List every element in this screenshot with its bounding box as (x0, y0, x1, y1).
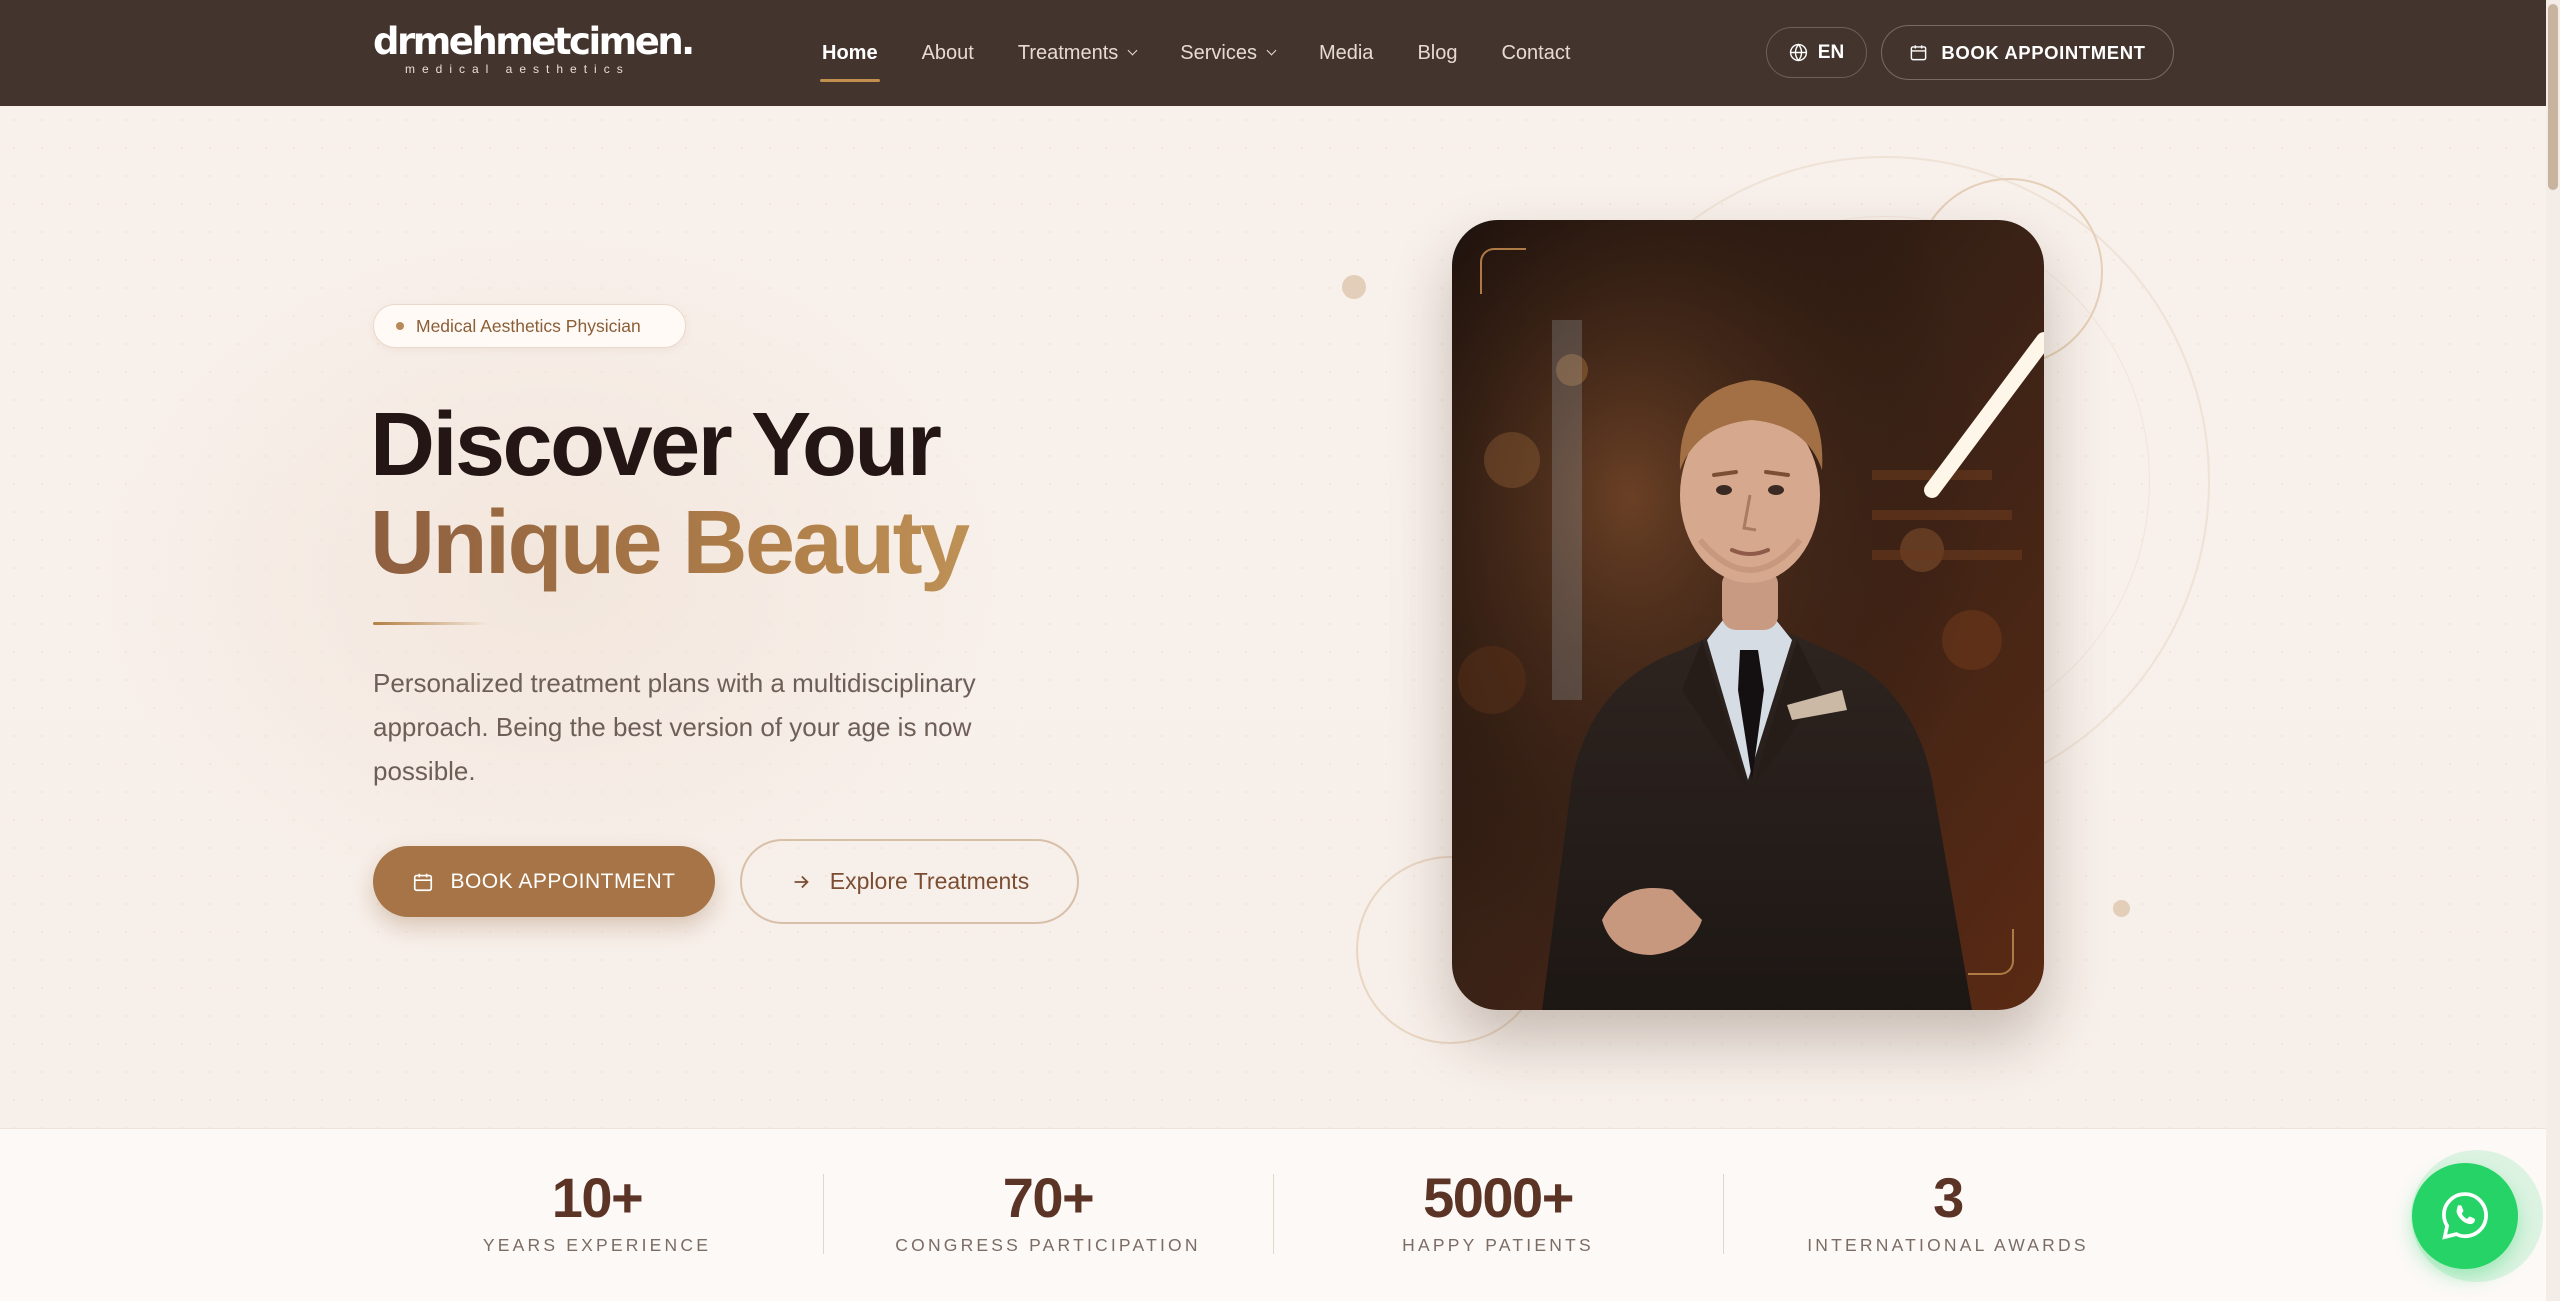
chevron-down-icon (1127, 45, 1138, 56)
site-logo[interactable]: drmehmetcimen. medical aesthetics (373, 20, 695, 88)
explore-treatments-button[interactable]: Explore Treatments (740, 839, 1079, 924)
nav-item-label: Treatments (1017, 41, 1119, 64)
stat-label: CONGRESS PARTICIPATION (895, 1235, 1201, 1255)
nav-item-about[interactable]: About (922, 0, 974, 106)
chevron-down-icon (1266, 45, 1277, 56)
hero-badge-label: Medical Aesthetics Physician (416, 315, 641, 336)
page-scrollbar-track[interactable] (2546, 0, 2560, 1301)
doctor-portrait-image (1452, 220, 2044, 1010)
stat-international-awards: 3 INTERNATIONAL AWARDS (1748, 1169, 2148, 1256)
stat-divider (823, 1174, 824, 1254)
hero-heading-line-2: Unique Beauty (370, 494, 1130, 592)
hero-book-appointment-button[interactable]: BOOK APPOINTMENT (373, 846, 715, 917)
hero-description: Personalized treatment plans with a mult… (373, 668, 976, 786)
stat-value: 10+ (551, 1166, 644, 1229)
page-scrollbar-thumb[interactable] (2548, 4, 2558, 190)
nav-item-treatments[interactable]: Treatments (1017, 0, 1138, 106)
stat-label: INTERNATIONAL AWARDS (1807, 1235, 2089, 1255)
stat-happy-patients: 5000+ HAPPY PATIENTS (1298, 1169, 1698, 1256)
language-switcher-button[interactable]: EN (1766, 27, 1867, 78)
whatsapp-icon (2442, 1192, 2488, 1240)
nav-item-label: About (921, 41, 974, 64)
logo-tagline: medical aesthetics (405, 62, 630, 76)
stat-divider (1273, 1174, 1274, 1254)
stat-divider (1723, 1174, 1724, 1254)
nav-item-label: Blog (1417, 41, 1458, 64)
stat-value: 3 (1933, 1166, 1964, 1229)
stats-bar: 10+ YEARS EXPERIENCE 70+ CONGRESS PARTIC… (0, 1128, 2546, 1301)
stat-years-experience: 10+ YEARS EXPERIENCE (397, 1169, 797, 1256)
heading-underline (373, 622, 488, 625)
nav-item-label: Home (822, 41, 878, 64)
main-menu: Home About Treatments Services Media Blog Cont… (820, 0, 1570, 106)
top-navigation-bar: drmehmetcimen. medical aesthetics Home Ab… (0, 0, 2546, 106)
portrait-corner-accent-bottom-right (1968, 929, 2014, 975)
calendar-icon (1911, 45, 1927, 61)
nav-item-contact[interactable]: Contact (1501, 0, 1570, 106)
nav-item-label: Services (1180, 41, 1257, 64)
nav-item-media[interactable]: Media (1319, 0, 1373, 106)
calendar-icon (414, 873, 433, 891)
stat-label: HAPPY PATIENTS (1402, 1235, 1594, 1255)
whatsapp-chat-button[interactable] (2412, 1163, 2518, 1269)
hero-book-appointment-label: BOOK APPOINTMENT (450, 869, 676, 893)
nav-item-label: Media (1318, 41, 1374, 64)
stat-congress-participation: 70+ CONGRESS PARTICIPATION (848, 1169, 1248, 1256)
logo-wordmark: drmehmetcimen. (373, 20, 695, 63)
stat-label: YEARS EXPERIENCE (482, 1235, 712, 1255)
portrait-illustration (1452, 220, 2044, 1010)
nav-book-appointment-button[interactable]: BOOK APPOINTMENT (1881, 25, 2174, 80)
hero-heading: Discover Your Unique Beauty (370, 396, 1130, 592)
globe-icon (1789, 43, 1807, 62)
arrow-right-icon (794, 875, 809, 888)
portrait-corner-accent-top-left (1480, 248, 1526, 294)
nav-book-appointment-label: BOOK APPOINTMENT (1941, 41, 2146, 63)
nav-item-services[interactable]: Services (1180, 0, 1277, 106)
decorative-dot-left (1342, 275, 1366, 299)
badge-dot-icon (396, 322, 404, 330)
nav-item-home[interactable]: Home (820, 0, 880, 106)
stat-value: 70+ (1002, 1166, 1095, 1229)
nav-item-blog[interactable]: Blog (1417, 0, 1457, 106)
hero-badge: Medical Aesthetics Physician (373, 304, 686, 348)
explore-treatments-label: Explore Treatments (829, 868, 1030, 894)
hero-section: Medical Aesthetics Physician Discover Yo… (0, 106, 2546, 1128)
hero-heading-line-1: Discover Your (370, 395, 942, 495)
decorative-dot-right (2113, 900, 2130, 917)
language-label: EN (1817, 41, 1845, 63)
nav-item-label: Contact (1501, 41, 1571, 64)
stat-value: 5000+ (1423, 1166, 1574, 1229)
